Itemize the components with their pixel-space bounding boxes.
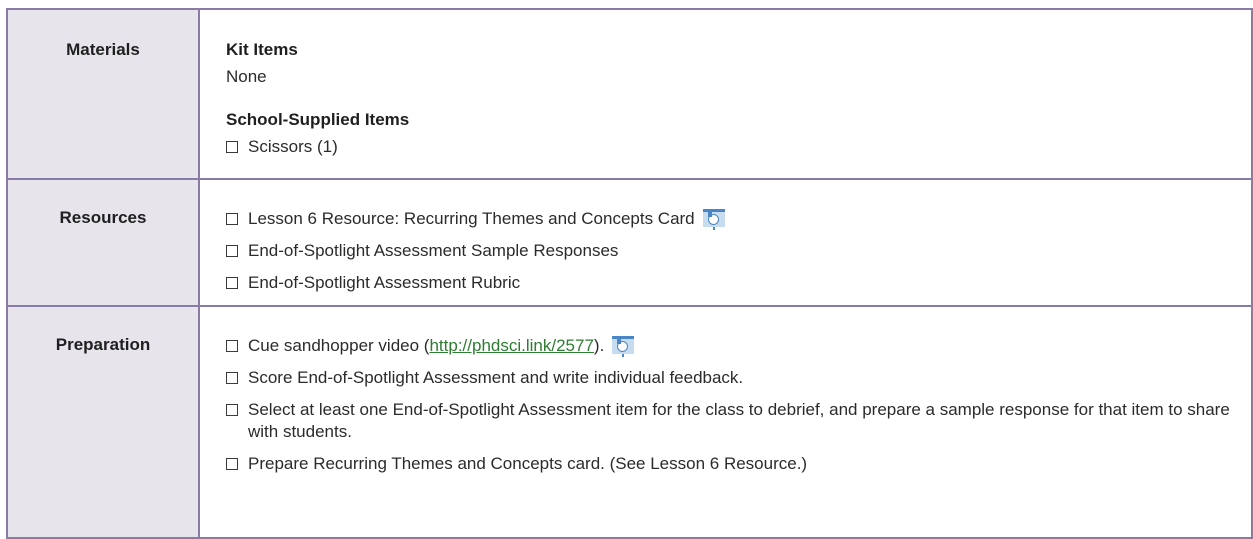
checklist-item-text: Score End-of-Spotlight Assessment and wr…	[248, 368, 744, 387]
checklist-item-text: End-of-Spotlight Assessment Rubric	[248, 273, 521, 292]
checklist-item-text: Prepare Recurring Themes and Concepts ca…	[248, 454, 808, 473]
sandhopper-video-link[interactable]: http://phdsci.link/2577	[429, 336, 593, 355]
preparation-content-cell: Cue sandhopper video (http://phdsci.link…	[199, 305, 1253, 539]
preparation-label-cell: Preparation	[6, 305, 200, 539]
projector-icon	[702, 209, 725, 230]
checkbox-icon[interactable]	[226, 458, 238, 470]
resources-row: Resources Lesson 6 Resource: Recurring T…	[6, 178, 1253, 307]
resources-label-cell: Resources	[6, 178, 200, 307]
checkbox-icon[interactable]	[226, 372, 238, 384]
preparation-row: Preparation Cue sandhopper video (http:/…	[6, 305, 1253, 539]
checklist-item-score-assessment: Score End-of-Spotlight Assessment and wr…	[226, 367, 1231, 389]
checkbox-icon[interactable]	[226, 141, 238, 153]
checklist-item-text: Select at least one End-of-Spotlight Ass…	[248, 400, 1230, 441]
checkbox-icon[interactable]	[226, 245, 238, 257]
preparation-label: Preparation	[55, 335, 151, 354]
checkbox-icon[interactable]	[226, 277, 238, 289]
checklist-item-text: Scissors (1)	[248, 137, 338, 156]
school-supplied-heading: School-Supplied Items	[226, 110, 410, 129]
checklist-item-text-after: ).	[593, 336, 605, 355]
checklist-item-select-assessment-item: Select at least one End-of-Spotlight Ass…	[226, 399, 1231, 443]
checkbox-icon[interactable]	[226, 404, 238, 416]
checkbox-icon[interactable]	[226, 213, 238, 225]
projector-icon	[612, 336, 635, 357]
checklist-item-rubric: End-of-Spotlight Assessment Rubric	[226, 272, 1231, 294]
checklist-item-text: End-of-Spotlight Assessment Sample Respo…	[248, 241, 619, 260]
materials-label-cell: Materials	[6, 8, 200, 180]
checklist-item-scissors: Scissors (1)	[226, 136, 1231, 158]
checkbox-icon[interactable]	[226, 340, 238, 352]
checklist-item-prepare-card: Prepare Recurring Themes and Concepts ca…	[226, 453, 1231, 475]
checklist-item-text: Lesson 6 Resource: Recurring Themes and …	[248, 209, 695, 228]
checklist-item-lesson-6-resource: Lesson 6 Resource: Recurring Themes and …	[226, 208, 1231, 230]
kit-items-value: None	[226, 67, 267, 86]
materials-label: Materials	[66, 40, 140, 59]
checklist-item-text-before: Cue sandhopper video (	[248, 336, 430, 355]
lesson-preparation-page: Materials Kit Items None School-Supplied…	[0, 0, 1253, 539]
materials-row: Materials Kit Items None School-Supplied…	[6, 8, 1253, 180]
checklist-item-cue-video: Cue sandhopper video (http://phdsci.link…	[226, 335, 1231, 357]
materials-resources-preparation-table: Materials Kit Items None School-Supplied…	[6, 8, 1253, 539]
materials-content-cell: Kit Items None School-Supplied Items Sci…	[199, 8, 1253, 180]
checklist-item-sample-responses: End-of-Spotlight Assessment Sample Respo…	[226, 240, 1231, 262]
resources-label: Resources	[59, 208, 147, 227]
resources-content-cell: Lesson 6 Resource: Recurring Themes and …	[199, 178, 1253, 307]
kit-items-heading: Kit Items	[226, 40, 298, 59]
